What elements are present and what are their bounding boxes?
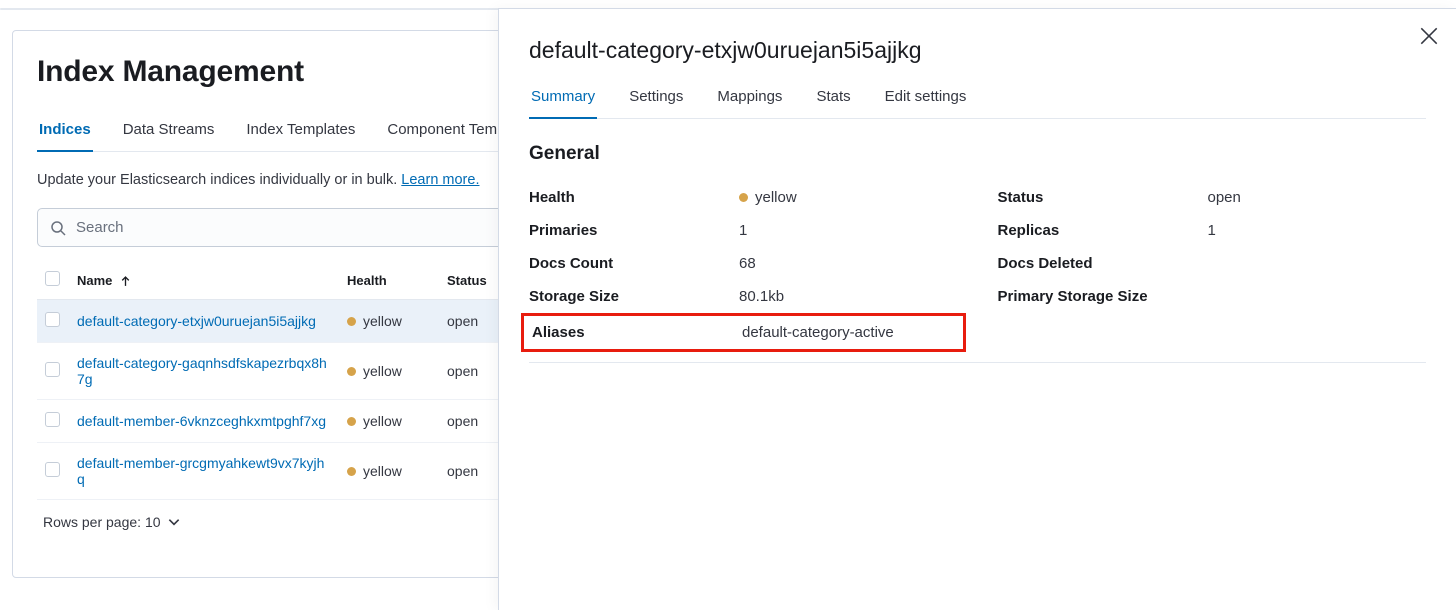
health-value: yellow: [363, 413, 402, 429]
summary-label-docs-deleted: Docs Deleted: [998, 255, 1208, 272]
summary-label-replicas: Replicas: [998, 222, 1208, 239]
summary-value-docs-count: 68: [739, 255, 756, 272]
tab-indices[interactable]: Indices: [37, 113, 93, 152]
row-checkbox[interactable]: [45, 462, 60, 477]
summary-label-primary-storage: Primary Storage Size: [998, 288, 1208, 305]
page-description-text: Update your Elasticsearch indices indivi…: [37, 172, 397, 188]
section-heading: General: [529, 143, 1426, 165]
row-checkbox[interactable]: [45, 412, 60, 427]
summary-grid: Health yellow Primaries 1 Docs Count 68 …: [529, 181, 1426, 381]
health-dot-icon: [347, 317, 356, 326]
summary-label-storage-size: Storage Size: [529, 288, 739, 305]
summary-label-aliases: Aliases: [532, 324, 742, 341]
rows-per-page-label: Rows per page: 10: [43, 514, 161, 530]
row-checkbox[interactable]: [45, 312, 60, 327]
flyout-title: default-category-etxjw0uruejan5i5ajjkg: [529, 37, 1426, 64]
aliases-highlight: Aliases default-category-active: [521, 313, 966, 352]
health-dot-icon: [347, 367, 356, 376]
index-name-link[interactable]: default-category-gaqnhsdfskapezrbqx8h7g: [77, 355, 327, 387]
summary-label-docs-count: Docs Count: [529, 255, 739, 272]
summary-value-status: open: [1208, 189, 1241, 206]
index-name-link[interactable]: default-category-etxjw0uruejan5i5ajjkg: [77, 313, 316, 329]
index-name-link[interactable]: default-member-6vknzceghkxmtpghf7xg: [77, 413, 326, 429]
flyout-tab-edit-settings[interactable]: Edit settings: [883, 82, 969, 119]
health-value: yellow: [363, 363, 402, 379]
summary-divider: [529, 362, 1426, 363]
index-detail-flyout: default-category-etxjw0uruejan5i5ajjkg S…: [498, 8, 1456, 610]
col-health[interactable]: Health: [339, 261, 439, 300]
flyout-tabs: Summary Settings Mappings Stats Edit set…: [529, 82, 1426, 119]
summary-label-primaries: Primaries: [529, 222, 739, 239]
summary-value-health: yellow: [755, 189, 797, 206]
summary-label-status: Status: [998, 189, 1208, 206]
tab-data-streams[interactable]: Data Streams: [121, 113, 217, 152]
health-dot-icon: [739, 193, 748, 202]
tab-index-templates[interactable]: Index Templates: [244, 113, 357, 152]
col-name-label: Name: [77, 273, 112, 288]
flyout-tab-mappings[interactable]: Mappings: [715, 82, 784, 119]
summary-value-storage-size: 80.1kb: [739, 288, 784, 305]
summary-value-primaries: 1: [739, 222, 747, 239]
search-icon: [50, 220, 66, 236]
chevron-down-icon: [167, 515, 181, 529]
health-dot-icon: [347, 467, 356, 476]
select-all-checkbox[interactable]: [45, 271, 60, 286]
learn-more-link[interactable]: Learn more.: [401, 172, 479, 188]
flyout-tab-settings[interactable]: Settings: [627, 82, 685, 119]
summary-value-aliases: default-category-active: [742, 324, 894, 341]
summary-value-replicas: 1: [1208, 222, 1216, 239]
close-icon[interactable]: [1420, 27, 1438, 45]
arrow-up-icon: [120, 276, 131, 287]
health-value: yellow: [363, 463, 402, 479]
health-value: yellow: [363, 313, 402, 329]
summary-label-health: Health: [529, 189, 739, 206]
col-name[interactable]: Name: [69, 261, 339, 300]
flyout-tab-stats[interactable]: Stats: [814, 82, 852, 119]
health-dot-icon: [347, 417, 356, 426]
row-checkbox[interactable]: [45, 362, 60, 377]
index-name-link[interactable]: default-member-grcgmyahkewt9vx7kyjhq: [77, 455, 324, 487]
flyout-tab-summary[interactable]: Summary: [529, 82, 597, 119]
